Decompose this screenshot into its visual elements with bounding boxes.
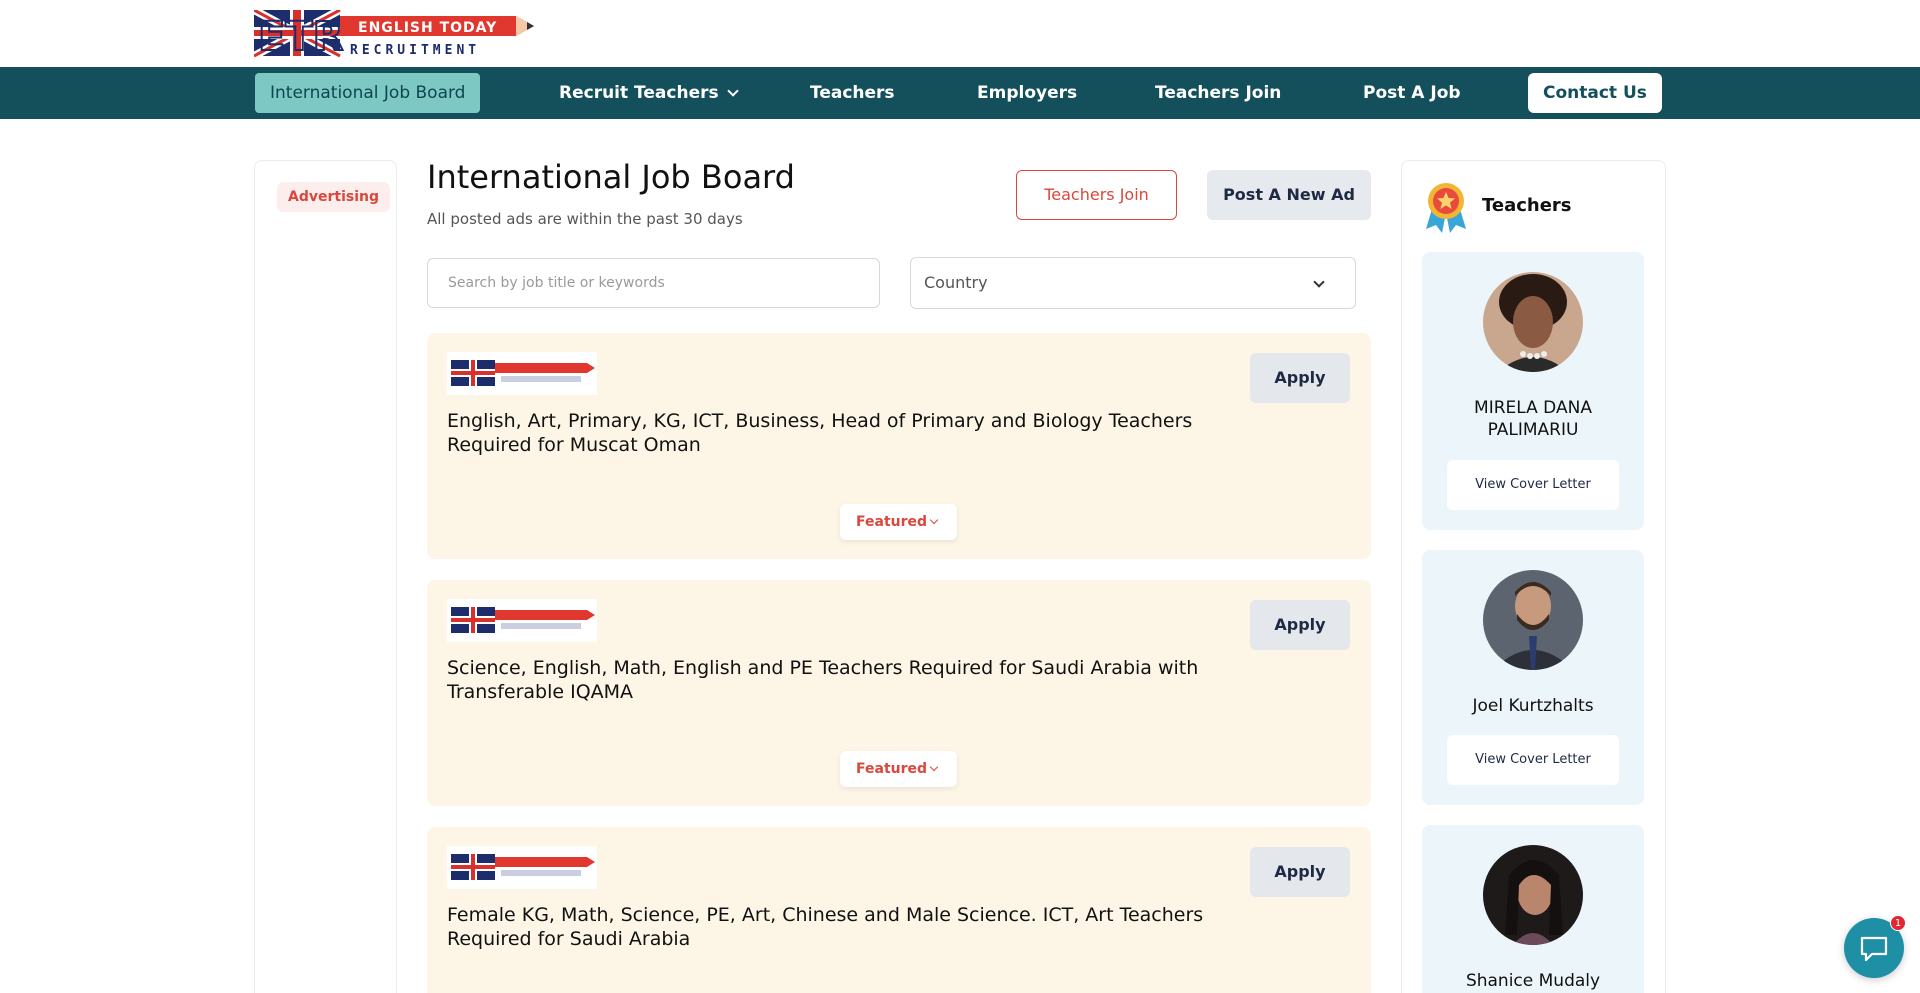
featured-toggle[interactable]: Featured [840,751,957,787]
nav-label: Employers [977,83,1078,103]
site-header: ETR ENGLISH TODAY RECRUITMENT [0,0,1920,67]
country-select-value: Country [924,273,988,292]
nav-label: Contact Us [1543,83,1647,103]
apply-button[interactable]: Apply [1250,600,1350,650]
teachers-join-button[interactable]: Teachers Join [1016,170,1177,220]
job-card[interactable]: Female KG, Math, Science, PE, Art, Chine… [427,827,1371,993]
nav-post-a-job[interactable]: Post A Job [1348,73,1476,113]
advertising-badge: Advertising [277,182,390,212]
country-select[interactable]: Country [910,257,1356,309]
teacher-name: Joel Kurtzhalts [1472,696,1594,716]
chevron-down-icon [929,515,939,525]
job-card[interactable]: Science, English, Math, English and PE T… [427,580,1371,806]
job-title[interactable]: Female KG, Math, Science, PE, Art, Chine… [447,903,1247,951]
award-ribbon-icon [1422,181,1470,233]
teacher-name: Shanice Mudaly [1465,971,1601,991]
teacher-name: MIRELA DANA PALIMARIU [1474,398,1592,440]
teachers-panel: Teachers MIRELA DANA PALIMARIU View Cove… [1401,160,1666,993]
featured-label: Featured [856,761,928,777]
chevron-down-icon [726,85,739,97]
company-logo [447,352,597,395]
teacher-card: MIRELA DANA PALIMARIU View Cover Letter [1422,252,1644,530]
nav-teachers[interactable]: Teachers [795,73,910,113]
svg-text:ENGLISH TODAY: ENGLISH TODAY [358,20,497,36]
site-logo[interactable]: ETR ENGLISH TODAY RECRUITMENT [252,6,536,61]
apply-button[interactable]: Apply [1250,353,1350,403]
nav-label: International Job Board [270,83,466,103]
view-cover-letter-button[interactable]: View Cover Letter [1447,460,1619,510]
apply-button[interactable]: Apply [1250,847,1350,897]
nav-label: Recruit Teachers [559,83,719,103]
page-title: International Job Board [427,158,795,196]
job-title[interactable]: English, Art, Primary, KG, ICT, Business… [447,409,1247,457]
svg-text:ETR: ETR [258,14,343,58]
job-card[interactable]: English, Art, Primary, KG, ICT, Business… [427,333,1371,559]
avatar[interactable] [1483,272,1583,372]
view-cover-letter-button[interactable]: View Cover Letter [1447,735,1619,785]
nav-label: Post A Job [1363,83,1461,103]
page-subtitle: All posted ads are within the past 30 da… [427,210,743,228]
nav-contact-us[interactable]: Contact Us [1528,73,1662,113]
nav-label: Teachers [810,83,895,103]
chat-notification-badge: 1 [1890,915,1906,931]
advertising-panel: Advertising [254,160,397,993]
featured-toggle[interactable]: Featured [840,504,957,540]
avatar[interactable] [1483,570,1583,670]
main-nav: International Job Board Recruit Teachers… [0,67,1920,119]
company-logo [447,846,597,889]
post-new-ad-button[interactable]: Post A New Ad [1207,170,1371,220]
teacher-card: Shanice Mudaly [1422,825,1644,993]
avatar[interactable] [1483,845,1583,945]
teachers-panel-title: Teachers [1482,195,1572,216]
chevron-down-icon [929,762,939,772]
nav-international-job-board[interactable]: International Job Board [255,73,481,113]
chevron-down-icon [1313,276,1325,288]
nav-employers[interactable]: Employers [962,73,1092,113]
nav-recruit-teachers[interactable]: Recruit Teachers [544,73,752,113]
svg-text:RECRUITMENT: RECRUITMENT [350,43,480,58]
nav-label: Teachers Join [1155,83,1282,103]
company-logo [447,599,597,642]
search-input[interactable] [427,258,880,308]
teacher-card: Joel Kurtzhalts View Cover Letter [1422,550,1644,805]
nav-teachers-join[interactable]: Teachers Join [1140,73,1296,113]
job-title[interactable]: Science, English, Math, English and PE T… [447,656,1247,704]
featured-label: Featured [856,514,928,530]
